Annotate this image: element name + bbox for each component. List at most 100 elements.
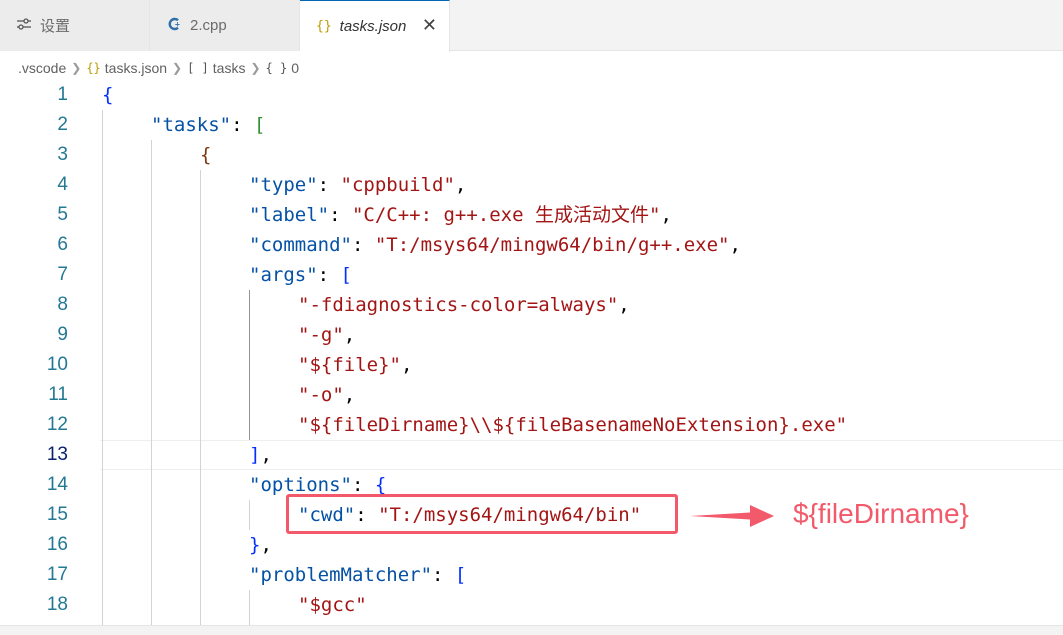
code-token: , bbox=[400, 354, 413, 376]
code-line: 4 "type": "cppbuild", bbox=[0, 170, 1063, 200]
code-token: "cppbuild" bbox=[340, 174, 455, 196]
code-token: , bbox=[343, 384, 356, 406]
code-token: : bbox=[317, 264, 341, 286]
line-number: 3 bbox=[57, 144, 68, 165]
code-token: "-g" bbox=[298, 324, 344, 346]
code-line: 9 "-g", bbox=[0, 320, 1063, 350]
code-line: 11 "-o", bbox=[0, 380, 1063, 410]
editor-tab-bar: 设置 + 2.cpp {} tasks.json ✕ bbox=[0, 0, 1063, 52]
code-token: "command" bbox=[249, 234, 352, 256]
tab-settings[interactable]: 设置 bbox=[0, 0, 150, 51]
code-token: "args" bbox=[249, 264, 318, 286]
code-line: 2 "tasks": [ bbox=[0, 110, 1063, 140]
line-number: 13 bbox=[46, 444, 68, 465]
annotation-label: ${fileDirname} bbox=[793, 498, 969, 529]
breadcrumb-array[interactable]: tasks bbox=[213, 60, 246, 76]
line-number: 18 bbox=[46, 594, 68, 615]
breadcrumb: .vscode ❯ {} tasks.json ❯ [ ] tasks ❯ { … bbox=[18, 58, 299, 78]
json-file-icon: {} bbox=[86, 61, 101, 75]
code-token: ] bbox=[249, 444, 261, 466]
code-line: 10 "${file}", bbox=[0, 350, 1063, 380]
line-number: 7 bbox=[57, 264, 68, 285]
code-editor[interactable]: 1 { 2 "tasks": [ 3 { 4 "type": "cppbuild… bbox=[0, 80, 1063, 625]
line-number: 12 bbox=[46, 414, 68, 435]
tab-tasks-json[interactable]: {} tasks.json ✕ bbox=[300, 0, 450, 52]
code-token: , bbox=[260, 444, 272, 466]
code-token: : bbox=[351, 234, 375, 256]
object-icon: { } bbox=[265, 61, 288, 75]
cpp-file-icon: + bbox=[168, 17, 182, 35]
code-line: 5 "label": "C/C++: g++.exe 生成活动文件", bbox=[0, 200, 1063, 230]
code-line: 1 { bbox=[0, 80, 1063, 110]
line-number: 2 bbox=[57, 114, 68, 135]
code-line: 18 "$gcc" bbox=[0, 590, 1063, 620]
code-token: , bbox=[454, 174, 467, 196]
code-token: "T:/msys64/mingw64/bin/g++.exe" bbox=[374, 234, 730, 256]
code-token: "label" bbox=[249, 204, 330, 226]
code-token: { bbox=[200, 144, 212, 166]
breadcrumb-file[interactable]: tasks.json bbox=[105, 60, 167, 76]
horizontal-scrollbar[interactable] bbox=[0, 625, 1063, 635]
code-token: "C/C++: g++.exe 生成活动文件" bbox=[351, 204, 661, 226]
line-number: 5 bbox=[57, 204, 68, 225]
line-number: 8 bbox=[57, 294, 68, 315]
code-line: 17 "problemMatcher": [ bbox=[0, 560, 1063, 590]
chevron-right-icon: ❯ bbox=[250, 61, 261, 75]
code-token: [ bbox=[253, 114, 266, 136]
code-line: 6 "command": "T:/msys64/mingw64/bin/g++.… bbox=[0, 230, 1063, 260]
line-number: 14 bbox=[46, 474, 68, 495]
settings-icon bbox=[16, 17, 32, 34]
code-token: , bbox=[660, 204, 672, 226]
code-token: : bbox=[329, 204, 352, 226]
line-number: 15 bbox=[46, 504, 68, 525]
tab-label: 设置 bbox=[40, 18, 71, 35]
code-token: [ bbox=[454, 564, 467, 586]
svg-text:+: + bbox=[175, 20, 181, 28]
code-token: "-fdiagnostics-color=always" bbox=[298, 294, 619, 316]
chevron-right-icon: ❯ bbox=[172, 61, 183, 75]
code-line: 12 "${fileDirname}\\${fileBasenameNoExte… bbox=[0, 410, 1063, 440]
code-token: "$gcc" bbox=[298, 594, 367, 616]
code-token: { bbox=[374, 474, 387, 496]
code-token: "tasks" bbox=[151, 114, 232, 136]
code-token: , bbox=[343, 324, 356, 346]
code-line: 8 "-fdiagnostics-color=always", bbox=[0, 290, 1063, 320]
line-number: 1 bbox=[57, 84, 68, 105]
array-icon: [ ] bbox=[187, 61, 209, 75]
code-token: : bbox=[231, 114, 254, 136]
code-token: "${file}" bbox=[298, 354, 401, 376]
line-number: 4 bbox=[57, 174, 68, 195]
breadcrumb-object[interactable]: 0 bbox=[291, 60, 299, 76]
code-token: { bbox=[102, 84, 114, 106]
annotation-highlight-box bbox=[286, 494, 678, 534]
tab-label: tasks.json bbox=[339, 18, 407, 35]
json-file-icon: {} bbox=[316, 19, 332, 34]
code-token: [ bbox=[340, 264, 352, 286]
tab-2-cpp[interactable]: + 2.cpp bbox=[150, 0, 300, 51]
chevron-right-icon: ❯ bbox=[71, 61, 82, 75]
line-number: 10 bbox=[46, 354, 68, 375]
annotation-arrow-icon bbox=[690, 505, 774, 527]
code-token: : bbox=[317, 174, 341, 196]
line-number: 9 bbox=[57, 324, 68, 345]
line-number: 17 bbox=[46, 564, 68, 585]
code-line: 7 "args": [ bbox=[0, 260, 1063, 290]
code-token: : bbox=[432, 564, 455, 586]
tab-label: 2.cpp bbox=[190, 17, 227, 34]
code-token: "-o" bbox=[298, 384, 344, 406]
code-token: "options" bbox=[249, 474, 352, 496]
code-line: 16 }, bbox=[0, 530, 1063, 560]
code-token: } bbox=[249, 534, 261, 556]
code-token: "${fileDirname}\\${fileBasenameNoExtensi… bbox=[298, 414, 848, 436]
code-token: : bbox=[351, 474, 375, 496]
line-number: 6 bbox=[57, 234, 68, 255]
line-number: 11 bbox=[48, 384, 68, 405]
line-number: 16 bbox=[46, 534, 68, 555]
breadcrumb-folder[interactable]: .vscode bbox=[18, 60, 66, 76]
code-token: "problemMatcher" bbox=[249, 564, 433, 586]
code-token: "type" bbox=[249, 174, 318, 196]
code-token: , bbox=[729, 234, 741, 256]
close-icon[interactable]: ✕ bbox=[422, 15, 437, 35]
code-token: , bbox=[260, 534, 272, 556]
code-token: , bbox=[618, 294, 630, 316]
